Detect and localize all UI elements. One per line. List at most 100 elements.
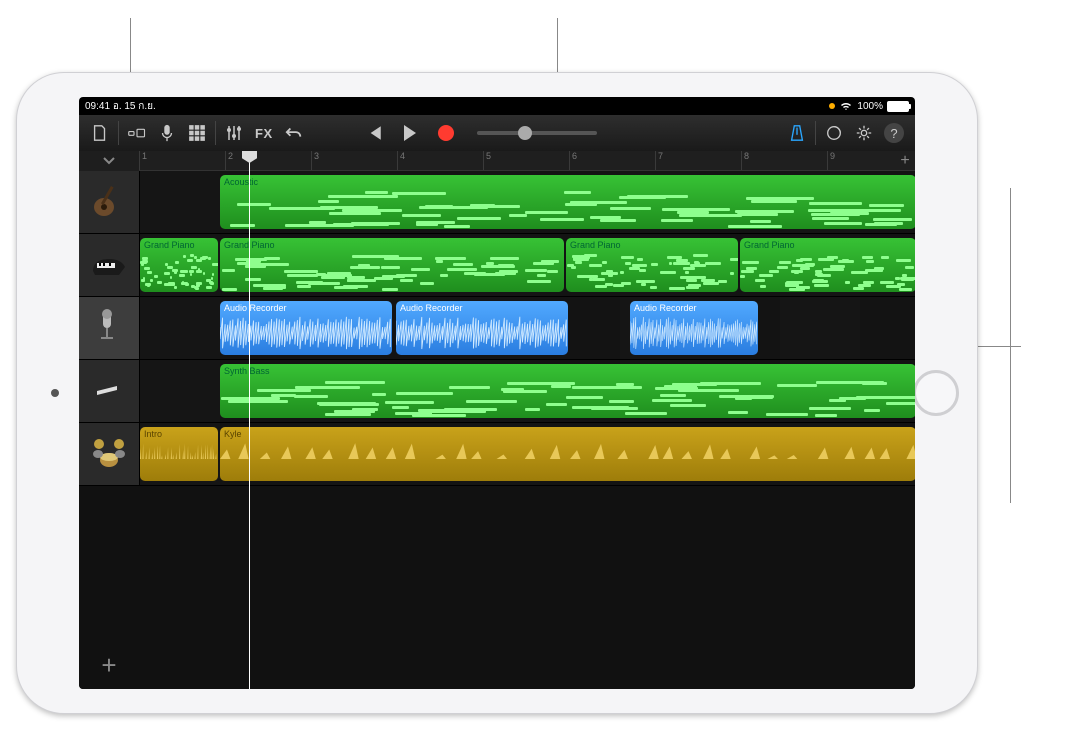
transport-controls [359, 118, 461, 148]
ruler-bar: 8 [741, 151, 749, 170]
region[interactable]: Synth Bass [220, 364, 915, 418]
screen: 09:41 อ. 15 ก.ย. 100% [79, 97, 915, 689]
tracks-view-button[interactable] [182, 118, 212, 148]
track-header-mic[interactable] [79, 297, 140, 359]
settings-button[interactable] [849, 118, 879, 148]
help-button[interactable]: ? [879, 118, 909, 148]
synth-icon [89, 369, 129, 414]
chevron-down-icon [102, 156, 116, 166]
status-date: อ. 15 ก.ย. [113, 101, 156, 112]
battery-icon [887, 101, 909, 112]
region-label: Grand Piano [744, 240, 795, 250]
region-label: Audio Recorder [634, 303, 697, 313]
separator [118, 121, 119, 145]
track-controls-button[interactable] [219, 118, 249, 148]
track-row: Audio Recorder Audio Recorder Audio Record… [79, 297, 915, 360]
waveform [220, 315, 392, 351]
region[interactable]: Grand Piano [220, 238, 564, 292]
ruler-gutter[interactable] [79, 151, 139, 171]
loop-browser-button[interactable] [819, 118, 849, 148]
ruler-bar: 9 [827, 151, 835, 170]
play-button[interactable] [395, 118, 425, 148]
ruler-bar: 1 [139, 151, 147, 170]
guitar-icon [89, 180, 129, 225]
region[interactable]: Audio Recorder [396, 301, 568, 355]
track-lane[interactable]: Synth Bass [140, 360, 915, 422]
midi-notes [140, 254, 218, 288]
waveform [630, 315, 758, 351]
instrument-mic-button[interactable] [152, 118, 182, 148]
track-row: Intro Kyle [79, 423, 915, 486]
region[interactable]: Acoustic [220, 175, 915, 229]
midi-notes [740, 254, 915, 288]
region[interactable]: Intro [140, 427, 218, 481]
go-to-beginning-button[interactable] [359, 118, 389, 148]
midi-notes [220, 191, 915, 225]
status-time: 09:41 [85, 101, 110, 112]
add-section-button[interactable]: + [895, 151, 915, 171]
track-header-drums[interactable] [79, 423, 140, 485]
track-lane[interactable]: Grand Piano Grand Piano Grand Piano Grand P… [140, 234, 915, 296]
callout-line-tracks-area-h [976, 346, 1021, 347]
region[interactable]: Audio Recorder [220, 301, 392, 355]
track-header-synth[interactable] [79, 360, 140, 422]
status-right: 100% [829, 101, 909, 112]
track-row: Grand Piano Grand Piano Grand Piano Grand P… [79, 234, 915, 297]
region-label: Synth Bass [224, 366, 270, 376]
track-header-piano[interactable] [79, 234, 140, 296]
battery-percent: 100% [857, 101, 883, 112]
drums-icon [89, 432, 129, 477]
waveform [220, 441, 915, 477]
region-label: Grand Piano [144, 240, 195, 250]
wifi-icon [839, 101, 853, 111]
track-header-guitar[interactable] [79, 171, 140, 233]
home-button[interactable] [913, 370, 959, 416]
browser-button[interactable] [122, 118, 152, 148]
tracks-area[interactable]: AcousticGrand PianoGrand PianoGrand Pian… [79, 171, 915, 689]
record-button[interactable] [431, 118, 461, 148]
ruler-bar: 4 [397, 151, 405, 170]
piano-icon [89, 243, 129, 288]
ruler-bar: 6 [569, 151, 577, 170]
track-lane[interactable]: Intro Kyle [140, 423, 915, 485]
region-label: Audio Recorder [224, 303, 287, 313]
separator [215, 121, 216, 145]
recording-indicator-dot [829, 103, 835, 109]
ipad-device-frame: 09:41 อ. 15 ก.ย. 100% [16, 72, 978, 714]
playhead[interactable] [249, 153, 250, 689]
track-row: Acoustic [79, 171, 915, 234]
master-volume-slider[interactable] [477, 131, 597, 135]
region[interactable]: Grand Piano [740, 238, 915, 292]
undo-button[interactable] [279, 118, 309, 148]
region[interactable]: Grand Piano [140, 238, 218, 292]
midi-notes [566, 254, 738, 288]
waveform [140, 441, 218, 477]
my-songs-button[interactable] [85, 118, 115, 148]
control-bar: FX [79, 115, 915, 151]
track-row: Synth Bass [79, 360, 915, 423]
status-bar: 09:41 อ. 15 ก.ย. 100% [79, 97, 915, 115]
track-lane[interactable]: Audio Recorder Audio Recorder Audio Record… [140, 297, 915, 359]
ruler-bar: 7 [655, 151, 663, 170]
waveform [396, 315, 568, 351]
ruler-row: + 1 2 3 4 5 6 7 8 9 [79, 151, 915, 171]
metronome-button[interactable] [782, 118, 812, 148]
add-track-button[interactable]: + [79, 641, 139, 689]
midi-notes [220, 254, 564, 288]
region-label: Grand Piano [570, 240, 621, 250]
region[interactable]: Grand Piano [566, 238, 738, 292]
midi-notes [220, 380, 915, 414]
region-label: Intro [144, 429, 162, 439]
region[interactable]: Kyle [220, 427, 915, 481]
ipad-camera [51, 389, 59, 397]
region-label: Audio Recorder [400, 303, 463, 313]
region-label: Acoustic [224, 177, 258, 187]
ruler-bar: 5 [483, 151, 491, 170]
region[interactable]: Audio Recorder [630, 301, 758, 355]
region-label: Kyle [224, 429, 242, 439]
fx-button[interactable]: FX [249, 126, 279, 141]
track-lane[interactable]: Acoustic [140, 171, 915, 233]
mic-icon [89, 306, 129, 351]
ruler-bar: 2 [225, 151, 233, 170]
ruler-bar: 3 [311, 151, 319, 170]
